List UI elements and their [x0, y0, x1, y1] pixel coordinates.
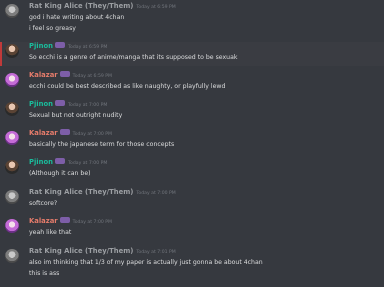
username[interactable]: Rat King Alice (They/Them)	[29, 247, 133, 255]
timestamp: Today at 7:00 PM	[68, 103, 108, 108]
avatar[interactable]	[5, 249, 19, 263]
username[interactable]: Pjinon	[29, 158, 53, 166]
role-badge-icon	[55, 158, 65, 164]
role-badge-icon	[59, 129, 70, 135]
timestamp: Today at 6:59 PM	[68, 45, 108, 50]
username[interactable]: Kalazar	[29, 217, 58, 225]
timestamp: Today at 7:00 PM	[136, 191, 176, 196]
username[interactable]: Kalazar	[29, 129, 58, 137]
role-badge-icon	[55, 100, 65, 106]
timestamp: Today at 6:59 PM	[136, 5, 176, 10]
role-badge-icon	[55, 42, 65, 48]
message-header: Pjinon Today at 6:59 PM	[29, 42, 107, 51]
message-group[interactable]: Kalazar Today at 6:59 PM ecchi could be be…	[0, 71, 384, 94]
message-text: i feel so greasy	[29, 25, 76, 32]
message-header: Rat King Alice (They/Them) Today at 7:01 …	[29, 247, 176, 256]
message-header: Kalazar Today at 7:00 PM	[29, 217, 112, 226]
message-text: god i hate writing about 4chan	[29, 14, 125, 21]
message-header: Kalazar Today at 7:00 PM	[29, 129, 112, 138]
chat-message-list: Rat King Alice (They/Them) Today at 6:59 …	[0, 0, 384, 287]
timestamp: Today at 7:00 PM	[68, 161, 108, 166]
avatar[interactable]	[5, 190, 19, 204]
role-badge-icon	[59, 217, 70, 223]
avatar[interactable]	[5, 44, 19, 58]
message-group[interactable]: Pjinon Today at 7:00 PM (Although it can b…	[0, 158, 384, 182]
message-text: this is ass	[29, 270, 60, 277]
message-text: ecchi could be best described as like na…	[29, 83, 226, 90]
message-text: Sexual but not outright nudity	[29, 112, 123, 119]
avatar[interactable]	[5, 131, 19, 145]
message-text: (Although it can be)	[29, 170, 91, 177]
avatar[interactable]	[5, 102, 19, 116]
message-text: yeah like that	[29, 229, 72, 236]
avatar[interactable]	[5, 219, 19, 233]
message-group[interactable]: Rat King Alice (They/Them) Today at 7:00 …	[0, 188, 384, 212]
username[interactable]: Pjinon	[29, 100, 53, 108]
avatar[interactable]	[5, 4, 19, 18]
username[interactable]: Rat King Alice (They/Them)	[29, 188, 133, 196]
message-group[interactable]: Rat King Alice (They/Them) Today at 7:01 …	[0, 247, 384, 285]
username[interactable]: Kalazar	[29, 71, 58, 79]
message-header: Kalazar Today at 6:59 PM	[29, 71, 112, 80]
message-group[interactable]: Pjinon Today at 6:59 PM So ecchi is a genr…	[0, 42, 384, 66]
username[interactable]: Rat King Alice (They/Them)	[29, 2, 133, 10]
message-group[interactable]: Rat King Alice (They/Them) Today at 6:59 …	[0, 2, 384, 40]
role-badge-icon	[59, 71, 70, 77]
message-text: also im thinking that 1/3 of my paper is…	[29, 259, 263, 266]
message-text: softcore?	[29, 200, 58, 207]
avatar[interactable]	[5, 160, 19, 174]
message-group[interactable]: Pjinon Today at 7:00 PM Sexual but not out…	[0, 100, 384, 123]
message-header: Rat King Alice (They/Them) Today at 7:00 …	[29, 188, 176, 197]
avatar[interactable]	[5, 73, 19, 87]
message-group[interactable]: Kalazar Today at 7:00 PM yeah like that	[0, 217, 384, 241]
message-header: Pjinon Today at 7:00 PM	[29, 100, 107, 109]
message-text: So ecchi is a genre of anime/manga that …	[29, 54, 238, 61]
timestamp: Today at 6:59 PM	[72, 74, 113, 79]
message-header: Rat King Alice (They/Them) Today at 6:59 …	[29, 2, 176, 11]
message-group[interactable]: Kalazar Today at 7:00 PM basically the jap…	[0, 129, 384, 152]
timestamp: Today at 7:00 PM	[72, 132, 113, 137]
message-header: Pjinon Today at 7:00 PM	[29, 158, 107, 167]
message-text: basically the japanese term for those co…	[29, 141, 175, 148]
timestamp: Today at 7:01 PM	[136, 250, 176, 255]
username[interactable]: Pjinon	[29, 42, 53, 50]
timestamp: Today at 7:00 PM	[72, 220, 113, 225]
